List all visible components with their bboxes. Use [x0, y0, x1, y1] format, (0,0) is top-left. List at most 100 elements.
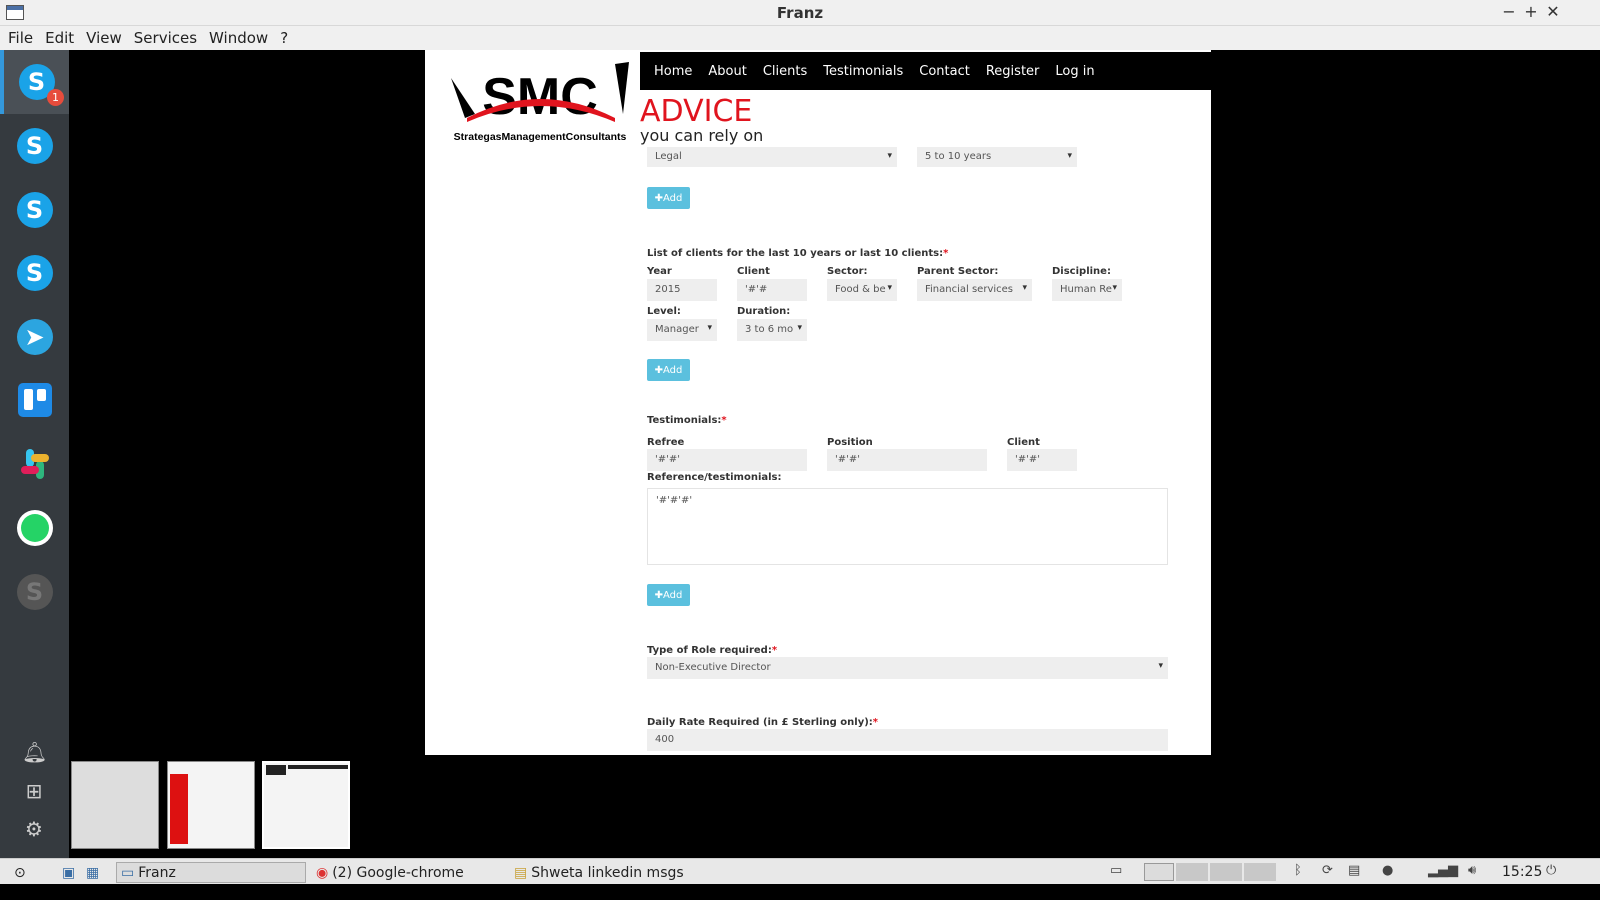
advice-heading: ADVICE	[640, 94, 753, 129]
add-testimonial-button[interactable]: ✚ Add	[647, 584, 690, 606]
service-slack[interactable]	[0, 432, 69, 496]
menu-bar: File Edit View Services Window ?	[0, 26, 1600, 50]
start-menu-icon[interactable]: ⊙	[10, 862, 36, 883]
nav-testimonials[interactable]: Testimonials	[823, 64, 903, 79]
minimize-button[interactable]: −	[1499, 2, 1519, 21]
refree-label: Refree	[647, 437, 685, 448]
rate-input[interactable]: 400	[647, 729, 1168, 751]
title-bar: Franz − + ✕	[0, 0, 1600, 26]
testimonial-client-input[interactable]: '#'#'	[1007, 449, 1077, 471]
expertise-select[interactable]: Legal	[647, 147, 897, 167]
file-manager-icon[interactable]: ▣	[58, 862, 80, 883]
window-title: Franz	[776, 4, 824, 22]
window-list-icon[interactable]: ▭	[1110, 863, 1122, 878]
service-skype-1[interactable]: S 1	[0, 50, 69, 114]
skype-icon: S	[16, 192, 53, 228]
add-client-button[interactable]: ✚ Add	[647, 359, 690, 381]
window-thumbnail-2[interactable]	[167, 761, 255, 849]
menu-view[interactable]: View	[86, 29, 122, 47]
logo-subtitle: StrategasManagementConsultants	[454, 131, 627, 143]
workspace-3[interactable]	[1210, 863, 1242, 881]
service-skype-3[interactable]: S	[0, 178, 69, 242]
nav-register[interactable]: Register	[986, 64, 1040, 79]
discipline-label: Discipline:	[1052, 266, 1111, 277]
service-skype-2[interactable]: S	[0, 114, 69, 178]
nav-about[interactable]: About	[708, 64, 746, 79]
testimonial-client-label: Client	[1007, 437, 1040, 448]
chrome-icon: ◉	[316, 864, 329, 881]
close-button[interactable]: ✕	[1543, 2, 1563, 21]
role-heading: Type of Role required:*	[647, 645, 778, 656]
menu-services[interactable]: Services	[134, 29, 197, 47]
taskbar-item-franz[interactable]: ▭ Franz	[116, 862, 306, 883]
maximize-button[interactable]: +	[1521, 2, 1541, 21]
testimonials-heading: Testimonials:*	[647, 415, 727, 426]
rate-heading: Daily Rate Required (in £ Sterling only)…	[647, 717, 879, 728]
service-trello[interactable]	[0, 368, 69, 432]
reference-textarea[interactable]: '#'#'#'	[647, 488, 1168, 565]
window-icon: ▭	[121, 864, 135, 881]
workspace-2[interactable]	[1176, 863, 1208, 881]
window-thumbnail-1[interactable]	[71, 761, 159, 849]
nav-contact[interactable]: Contact	[919, 64, 970, 79]
client-input[interactable]: '#'#	[737, 279, 807, 301]
position-label: Position	[827, 437, 873, 448]
trello-icon	[17, 383, 52, 417]
clipboard-icon[interactable]: ▤	[1348, 863, 1360, 878]
telegram-icon: ➤	[16, 319, 53, 355]
sector-label: Sector:	[827, 266, 868, 277]
menu-edit[interactable]: Edit	[45, 29, 74, 47]
service-skype-disabled[interactable]: S	[0, 560, 69, 624]
whatsapp-icon	[16, 510, 53, 546]
notification-icon[interactable]: ●	[1382, 863, 1393, 878]
power-icon[interactable]: ⏻	[1546, 863, 1556, 878]
site-navbar: Home About Clients Testimonials Contact …	[640, 52, 1211, 90]
bell-icon[interactable]: 🔔︎	[22, 740, 47, 764]
workspace-4[interactable]	[1244, 863, 1276, 881]
nav-home[interactable]: Home	[654, 64, 692, 79]
role-select[interactable]: Non-Executive Director	[647, 657, 1168, 679]
nav-clients[interactable]: Clients	[763, 64, 807, 79]
bluetooth-icon[interactable]: ᛒ	[1294, 863, 1302, 878]
add-service-icon[interactable]: ⊞	[22, 779, 46, 803]
year-label: Year	[647, 266, 672, 277]
notification-badge: 1	[47, 89, 64, 106]
nav-login[interactable]: Log in	[1055, 64, 1094, 79]
level-select[interactable]: Manager	[647, 319, 717, 341]
menu-window[interactable]: Window	[209, 29, 268, 47]
menu-help[interactable]: ?	[280, 29, 288, 47]
add-button[interactable]: ✚ Add	[647, 187, 690, 209]
tagline: you can rely on	[640, 126, 764, 145]
update-icon[interactable]: ⟳	[1322, 863, 1333, 878]
client-label: Client	[737, 266, 770, 277]
menu-file[interactable]: File	[8, 29, 33, 47]
reference-label: Reference/testimonials:	[647, 472, 782, 483]
workspace-1[interactable]	[1144, 863, 1174, 881]
network-icon[interactable]: ▂▄▆	[1428, 863, 1458, 878]
service-telegram[interactable]: ➤	[0, 305, 69, 369]
sector-select[interactable]: Food & be	[827, 279, 897, 301]
service-sidebar: S 1 S S S ➤ S 🔔︎ ⊞ ⚙	[0, 50, 69, 872]
clients-heading: List of clients for the last 10 years or…	[647, 248, 949, 259]
skype-icon: S	[16, 574, 53, 610]
discipline-select[interactable]: Human Re	[1052, 279, 1122, 301]
volume-icon[interactable]: 🔊︎	[1468, 863, 1476, 878]
refree-input[interactable]: '#'#'	[647, 449, 807, 471]
parent-sector-select[interactable]: Financial services	[917, 279, 1032, 301]
skype-icon: S	[16, 128, 53, 164]
clock: 15:25	[1502, 864, 1543, 880]
window-thumbnail-3[interactable]	[262, 761, 350, 849]
duration-select[interactable]: 3 to 6 mo	[737, 319, 807, 341]
service-whatsapp[interactable]	[0, 496, 69, 560]
duration-label: Duration:	[737, 306, 791, 317]
year-input[interactable]: 2015	[647, 279, 717, 301]
desktop-icon[interactable]: ▦	[82, 862, 106, 883]
experience-select[interactable]: 5 to 10 years	[917, 147, 1077, 167]
position-input[interactable]: '#'#'	[827, 449, 987, 471]
gear-icon[interactable]: ⚙	[22, 817, 46, 841]
taskbar-item-chrome[interactable]: ◉ (2) Google-chrome	[312, 862, 502, 883]
slack-icon	[18, 447, 52, 481]
service-skype-4[interactable]: S	[0, 241, 69, 305]
taskbar-item-notes[interactable]: ▤ Shweta linkedin msgs	[510, 862, 700, 883]
bottom-strip	[0, 884, 1600, 900]
